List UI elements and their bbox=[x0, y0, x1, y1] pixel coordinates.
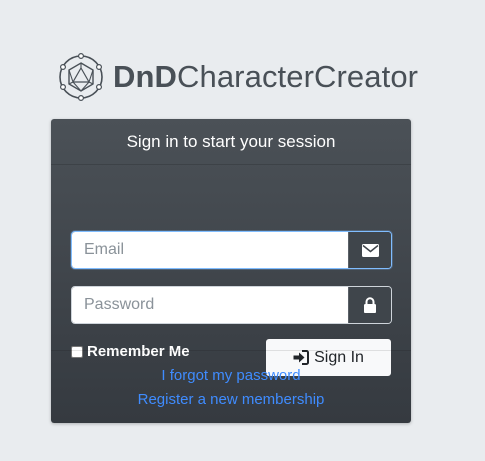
brand-name-light: CharacterCreator bbox=[177, 59, 419, 94]
login-form: Remember Me Sign In bbox=[51, 165, 411, 376]
email-addon bbox=[348, 232, 391, 268]
brand-logo[interactable]: DnDCharacterCreator bbox=[57, 52, 418, 102]
login-heading: Sign in to start your session bbox=[126, 131, 336, 151]
login-card-header: Sign in to start your session bbox=[51, 119, 411, 165]
lock-icon bbox=[364, 297, 376, 313]
password-input-group bbox=[71, 286, 392, 324]
d20-dice-icon bbox=[59, 53, 103, 101]
password-addon bbox=[348, 287, 391, 323]
email-input-group bbox=[71, 231, 392, 269]
brand-name-bold: DnD bbox=[113, 59, 178, 94]
email-input[interactable] bbox=[72, 232, 348, 268]
password-input[interactable] bbox=[72, 287, 348, 323]
register-link[interactable]: Register a new membership bbox=[51, 388, 411, 412]
forgot-password-link[interactable]: I forgot my password bbox=[51, 364, 411, 388]
login-card: Sign in to start your session R bbox=[51, 119, 411, 423]
brand-name: DnDCharacterCreator bbox=[113, 59, 418, 95]
login-card-footer: I forgot my password Register a new memb… bbox=[51, 350, 411, 423]
envelope-icon bbox=[361, 243, 379, 257]
